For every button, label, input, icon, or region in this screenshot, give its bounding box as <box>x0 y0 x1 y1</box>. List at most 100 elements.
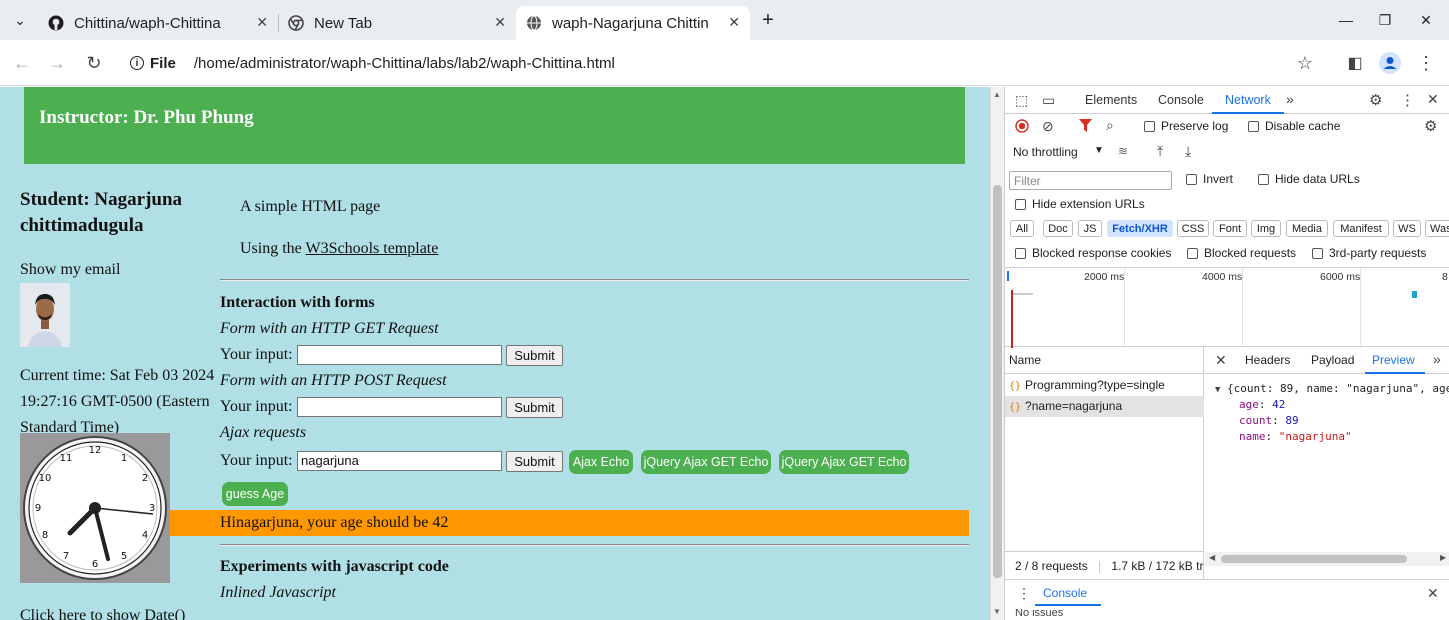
show-email-link[interactable]: Show my email <box>20 261 120 279</box>
record-icon[interactable] <box>1015 119 1029 136</box>
request-row[interactable]: {} Programming?type=single <box>1005 375 1204 396</box>
close-detail-icon[interactable]: ✕ <box>1215 352 1227 369</box>
filter-input[interactable]: Filter <box>1009 171 1172 190</box>
tab-search-icon[interactable]: ⌄ <box>7 8 33 32</box>
network-settings-icon[interactable]: ⚙ <box>1424 117 1437 135</box>
w3schools-link[interactable]: W3Schools template <box>305 240 438 257</box>
minimize-icon[interactable]: — <box>1333 8 1359 32</box>
scroll-right-icon[interactable]: ▶ <box>1440 553 1446 562</box>
tab-github[interactable]: Chittina/waph-Chittina ✕ <box>38 6 278 40</box>
search-icon[interactable]: ⌕ <box>1106 117 1114 134</box>
request-bar <box>1013 293 1033 295</box>
filter-font[interactable]: Font <box>1213 220 1247 237</box>
bookmark-star-icon[interactable]: ☆ <box>1292 50 1318 76</box>
preserve-log-checkbox[interactable] <box>1144 121 1155 132</box>
invert-checkbox[interactable] <box>1186 174 1197 185</box>
ajax-input-field[interactable]: nagarjuna <box>297 451 502 471</box>
guess-age-button[interactable]: guess Age <box>222 482 288 506</box>
json-field: name: "nagarjuna" <box>1239 430 1352 443</box>
url-text[interactable]: /home/administrator/waph-Chittina/labs/l… <box>194 55 615 72</box>
drawer-tab-console[interactable]: Console <box>1043 586 1087 600</box>
restore-icon[interactable]: ❐ <box>1372 8 1398 32</box>
request-row-selected[interactable]: {} ?name=nagarjuna <box>1005 396 1204 417</box>
json-field: age: 42 <box>1239 398 1286 411</box>
page-scrollbar[interactable]: ▲ ▼ <box>990 87 1004 620</box>
name-column-header[interactable]: Name <box>1005 347 1204 374</box>
profile-icon[interactable] <box>1377 50 1403 76</box>
close-icon[interactable]: ✕ <box>494 14 506 31</box>
horizontal-scrollbar[interactable]: ◀ ▶ <box>1205 552 1449 566</box>
tab-elements[interactable]: Elements <box>1085 93 1137 107</box>
filter-ws[interactable]: WS <box>1393 220 1421 237</box>
tab-new-tab[interactable]: New Tab ✕ <box>278 6 516 40</box>
filter-css[interactable]: CSS <box>1177 220 1209 237</box>
info-icon: i <box>130 56 144 70</box>
filter-img[interactable]: Img <box>1251 220 1281 237</box>
scrollbar-thumb[interactable] <box>993 185 1002 578</box>
blocked-cookies-checkbox[interactable] <box>1015 248 1026 259</box>
filter-wasm[interactable]: Wasm <box>1425 220 1449 237</box>
filter-fetch-xhr[interactable]: Fetch/XHR <box>1107 220 1173 237</box>
scroll-up-icon[interactable]: ▲ <box>993 90 1001 99</box>
close-icon[interactable]: ✕ <box>256 14 268 31</box>
hide-extension-urls-checkbox[interactable] <box>1015 199 1026 210</box>
scroll-down-icon[interactable]: ▼ <box>993 607 1001 616</box>
inspect-element-icon[interactable]: ⬚ <box>1015 92 1028 109</box>
scrollbar-thumb[interactable] <box>1221 555 1407 563</box>
devtools-menu-icon[interactable]: ⋮ <box>1400 91 1415 109</box>
settings-gear-icon[interactable]: ⚙ <box>1369 91 1382 109</box>
filter-doc[interactable]: Doc <box>1043 220 1073 237</box>
post-submit-button[interactable]: Submit <box>506 397 563 418</box>
close-icon[interactable]: ✕ <box>728 14 740 31</box>
tab-headers[interactable]: Headers <box>1245 353 1290 367</box>
jquery-ajax-get-echo-button-2[interactable]: jQuery Ajax GET Echo <box>779 450 909 474</box>
request-count: 2 / 8 requests <box>1015 559 1088 573</box>
blocked-requests-checkbox[interactable] <box>1187 248 1198 259</box>
disable-cache-checkbox[interactable] <box>1248 121 1259 132</box>
get-input-field[interactable] <box>297 345 502 365</box>
filter-media[interactable]: Media <box>1286 220 1328 237</box>
reload-icon[interactable]: ↻ <box>81 50 107 76</box>
hide-data-urls-checkbox[interactable] <box>1258 174 1269 185</box>
scroll-left-icon[interactable]: ◀ <box>1209 553 1215 562</box>
close-devtools-icon[interactable]: ✕ <box>1427 91 1439 108</box>
import-har-icon[interactable]: ⤒ <box>1157 143 1163 160</box>
throttling-select[interactable]: No throttling <box>1013 145 1078 159</box>
address-bar[interactable]: i File /home/administrator/waph-Chittina… <box>120 46 1335 80</box>
forward-arrow-icon[interactable]: → <box>44 50 70 76</box>
ajax-echo-button[interactable]: Ajax Echo <box>569 450 633 474</box>
export-har-icon[interactable]: ⤓ <box>1185 143 1191 160</box>
more-tabs-icon[interactable]: » <box>1433 351 1441 367</box>
filter-manifest[interactable]: Manifest <box>1333 220 1389 237</box>
clear-icon[interactable]: ⊘ <box>1042 118 1054 135</box>
device-toolbar-icon[interactable]: ▭ <box>1042 92 1055 109</box>
menu-icon[interactable]: ⋮ <box>1413 50 1439 76</box>
third-party-checkbox[interactable] <box>1312 248 1323 259</box>
new-tab-button[interactable]: + <box>755 8 781 32</box>
post-input-field[interactable] <box>297 397 502 417</box>
jquery-ajax-get-echo-button[interactable]: jQuery Ajax GET Echo <box>641 450 771 474</box>
network-timeline[interactable]: 2000 ms 4000 ms 6000 ms 8 <box>1005 267 1449 348</box>
network-conditions-icon[interactable]: ≋ <box>1118 144 1128 158</box>
chevron-down-icon[interactable]: ▼ <box>1094 145 1104 156</box>
expand-triangle-icon[interactable]: ▼ <box>1215 385 1220 395</box>
tab-preview[interactable]: Preview <box>1372 353 1415 367</box>
close-window-icon[interactable]: ✕ <box>1413 8 1439 32</box>
tab-network[interactable]: Network <box>1225 93 1271 107</box>
json-summary[interactable]: ▼ {count: 89, name: "nagarjuna", age <box>1215 382 1449 395</box>
drawer-menu-icon[interactable]: ⋮ <box>1017 585 1031 602</box>
back-arrow-icon[interactable]: ← <box>9 50 35 76</box>
get-submit-button[interactable]: Submit <box>506 345 563 366</box>
site-info[interactable]: i File <box>120 55 176 72</box>
tab-payload[interactable]: Payload <box>1311 353 1354 367</box>
filter-js[interactable]: JS <box>1078 220 1102 237</box>
filter-funnel-icon[interactable] <box>1079 119 1092 135</box>
tab-console[interactable]: Console <box>1158 93 1204 107</box>
more-tabs-icon[interactable]: » <box>1286 91 1294 107</box>
close-drawer-icon[interactable]: ✕ <box>1427 585 1439 602</box>
show-date-link[interactable]: Click here to show Date() <box>20 607 185 620</box>
filter-all[interactable]: All <box>1010 220 1034 237</box>
tab-waph-page[interactable]: waph-Nagarjuna Chittin ✕ <box>516 6 750 40</box>
side-panel-icon[interactable]: ◧ <box>1342 50 1368 76</box>
ajax-submit-button[interactable]: Submit <box>506 451 563 472</box>
